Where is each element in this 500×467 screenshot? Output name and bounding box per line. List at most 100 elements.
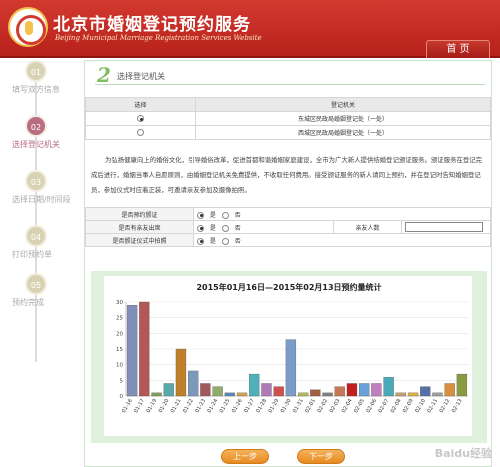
x-tick-label: 01-29 bbox=[268, 398, 281, 414]
x-tick-label: 02-13 bbox=[451, 398, 464, 414]
booking-chart: 05101520253001-16 01-17 01-19 01-20 01-21 01-… bbox=[116, 300, 468, 414]
chart-bar bbox=[285, 339, 297, 397]
x-tick-label: 02-03 bbox=[329, 398, 342, 414]
x-tick-label: 02-02 bbox=[317, 398, 330, 414]
chart-bar bbox=[126, 304, 138, 397]
step-4: 04 打印预约单 bbox=[10, 225, 80, 275]
header-bar: 北京市婚姻登记预约服务 Beijing Municipal Marriage R… bbox=[0, 0, 500, 58]
home-button[interactable]: 首 页 bbox=[426, 40, 490, 58]
option-label: 是否预约颁证 bbox=[85, 207, 194, 221]
section-header: 2 选择登记机关 bbox=[95, 63, 485, 87]
site-title: 北京市婚姻登记预约服务 bbox=[53, 15, 251, 35]
site-subtitle: Beijing Municipal Marriage Registration … bbox=[55, 34, 262, 42]
chart-box: 2015年01月16日—2015年02月13日预约量统计 0 5 10 15 20 25 3… bbox=[103, 275, 473, 437]
x-tick-label: 01-25 bbox=[219, 398, 232, 414]
x-tick-label: 01-28 bbox=[255, 398, 268, 414]
guests-yes-radio[interactable] bbox=[197, 224, 204, 232]
chart-bar bbox=[420, 386, 431, 397]
next-step-button[interactable]: 下一步 bbox=[297, 449, 345, 464]
no-label: 否 bbox=[234, 237, 241, 245]
x-tick-label: 01-17 bbox=[133, 398, 146, 414]
x-tick-label: 01-22 bbox=[182, 398, 195, 414]
chart-bar bbox=[139, 301, 150, 397]
guests-no-radio[interactable] bbox=[221, 224, 229, 232]
x-tick-label: 02-05 bbox=[353, 398, 366, 414]
option-answer: 是 否 bbox=[193, 233, 491, 247]
chart-bar bbox=[432, 392, 443, 397]
chart-container: 2015年01月16日—2015年02月13日预约量统计 0 5 10 15 20 25 3… bbox=[91, 271, 487, 443]
progress-steps: 01 填写双方信息 02 选择登记机关 03 选择日期/时间段 04 打印预约单… bbox=[10, 60, 80, 467]
option-row: 是否预约颁证 是 否 bbox=[85, 207, 491, 221]
table-row[interactable]: 东城区民政局婚姻登记处（一处） bbox=[85, 111, 491, 126]
chart-bar bbox=[395, 392, 406, 397]
x-tick-label: 02-10 bbox=[414, 398, 427, 414]
step-2: 02 选择登记机关 bbox=[10, 115, 80, 165]
x-tick-label: 02-11 bbox=[426, 398, 439, 414]
y-tick-label: 25 bbox=[116, 316, 123, 322]
chart-bar bbox=[273, 386, 284, 397]
y-tick-label: 10 bbox=[116, 363, 123, 369]
step-4-number: 04 bbox=[25, 225, 47, 247]
y-tick-label: 15 bbox=[116, 347, 123, 353]
prev-step-button[interactable]: 上一步 bbox=[221, 449, 269, 464]
x-tick-label: 01-19 bbox=[146, 398, 159, 414]
chart-bar bbox=[322, 392, 333, 397]
office-name: 西城区民政局婚姻登记处（一处） bbox=[195, 125, 491, 140]
step-5: 05 预约完成 bbox=[10, 273, 80, 323]
ceremony-yes-radio[interactable] bbox=[197, 211, 204, 219]
watermark: Baidu经验 bbox=[434, 447, 492, 460]
x-tick-label: 02-09 bbox=[402, 398, 415, 414]
yes-label: 是 bbox=[209, 237, 216, 245]
photo-yes-radio[interactable] bbox=[197, 237, 204, 245]
marriage-logo-icon bbox=[8, 7, 48, 47]
option-row: 是否有亲友出席 是 否 亲友人数 bbox=[85, 220, 491, 234]
table-row[interactable]: 西城区民政局婚姻登记处（一处） bbox=[85, 125, 491, 140]
step-2-label: 选择登记机关 bbox=[12, 140, 60, 149]
col-office-header: 登记机关 bbox=[195, 97, 491, 112]
chart-bar bbox=[444, 383, 455, 397]
office-radio-cell[interactable] bbox=[85, 125, 196, 140]
x-tick-label: 02-07 bbox=[378, 398, 391, 414]
photo-no-radio[interactable] bbox=[221, 237, 229, 245]
chart-bar bbox=[200, 383, 211, 397]
chart-bar bbox=[261, 383, 272, 397]
chart-bar bbox=[188, 370, 199, 397]
step-5-number: 05 bbox=[25, 273, 47, 295]
chart-bar bbox=[346, 383, 358, 397]
section-title: 选择登记机关 bbox=[117, 72, 165, 81]
section-number: 2 bbox=[97, 63, 111, 87]
x-tick-label: 01-27 bbox=[243, 398, 256, 414]
chart-bar bbox=[297, 392, 309, 397]
step-1-number: 01 bbox=[25, 60, 47, 82]
option-label: 是否颁证仪式中拍照 bbox=[85, 233, 194, 247]
option-answer: 是 否 bbox=[193, 220, 334, 234]
step-5-label: 预约完成 bbox=[12, 298, 44, 307]
guest-count-label: 亲友人数 bbox=[333, 220, 402, 234]
x-tick-label: 01-26 bbox=[231, 398, 244, 414]
chart-bar bbox=[383, 377, 394, 397]
office-name: 东城区民政局婚姻登记处（一处） bbox=[195, 111, 491, 126]
office-radio-cell[interactable] bbox=[85, 111, 196, 126]
step-3-number: 03 bbox=[25, 170, 47, 192]
yes-label: 是 bbox=[209, 211, 216, 219]
ceremony-no-radio[interactable] bbox=[221, 211, 229, 219]
guest-count-input[interactable] bbox=[405, 222, 483, 232]
chart-bar bbox=[456, 373, 468, 397]
office-radio-2[interactable] bbox=[137, 129, 144, 136]
registration-office-table: 选择 登记机关 东城区民政局婚姻登记处（一处） 西城区民政局婚姻登记处（一处） bbox=[85, 97, 491, 140]
option-row: 是否颁证仪式中拍照 是 否 bbox=[85, 233, 491, 247]
x-tick-label: 02-08 bbox=[390, 398, 403, 414]
chart-bar bbox=[224, 392, 235, 397]
page: 北京市婚姻登记预约服务 Beijing Municipal Marriage R… bbox=[0, 0, 500, 467]
step-3-label: 选择日期/时间段 bbox=[12, 195, 71, 204]
x-tick-label: 01-21 bbox=[170, 398, 183, 414]
chart-bar bbox=[175, 348, 187, 397]
main-panel: 2 选择登记机关 选择 登记机关 东城区民政局婚姻登记处（一处） 西城区民政局婚… bbox=[84, 60, 492, 467]
x-tick-label: 02-06 bbox=[365, 398, 378, 414]
option-answer: 是 否 bbox=[193, 207, 491, 221]
x-tick-label: 01-20 bbox=[158, 398, 171, 414]
chart-bar bbox=[212, 386, 223, 397]
chart-bar bbox=[151, 392, 162, 397]
x-tick-label: 02-01 bbox=[304, 398, 317, 414]
office-radio-1[interactable] bbox=[137, 115, 144, 122]
